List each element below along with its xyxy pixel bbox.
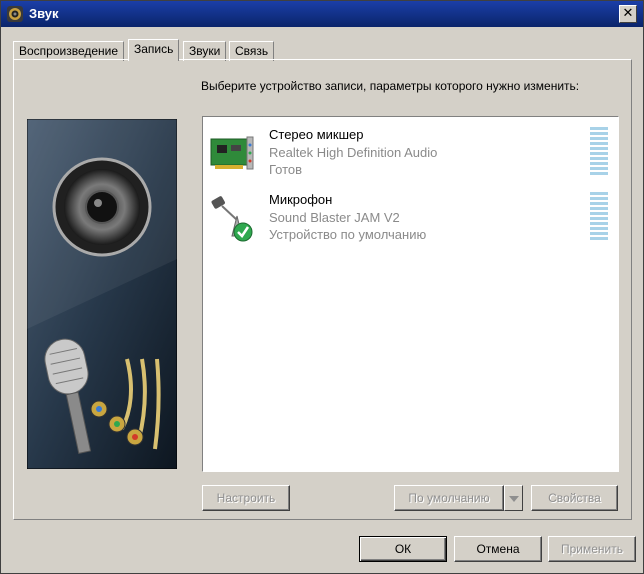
- window-title: Звук: [29, 6, 59, 21]
- device-driver: Realtek High Definition Audio: [269, 145, 438, 160]
- set-default-dropdown-arrow[interactable]: [504, 485, 523, 511]
- speaker-app-icon: [7, 6, 23, 22]
- device-driver: Sound Blaster JAM V2: [269, 210, 400, 225]
- configure-button[interactable]: Настроить: [202, 485, 290, 511]
- apply-button[interactable]: Применить: [548, 536, 636, 562]
- recording-illustration: [27, 119, 177, 469]
- sound-dialog: Звук ✕ Воспроизведение Запись Звуки Связ…: [0, 0, 644, 574]
- properties-button[interactable]: Свойства: [531, 485, 618, 511]
- set-default-button[interactable]: По умолчанию: [394, 485, 504, 511]
- ok-button[interactable]: ОК: [359, 536, 447, 562]
- tab-communications[interactable]: Связь: [229, 41, 275, 61]
- device-name: Стерео микшер: [269, 127, 364, 142]
- tab-recording[interactable]: Запись: [128, 39, 180, 61]
- level-meter: [590, 127, 608, 177]
- device-row-microphone[interactable]: Микрофон Sound Blaster JAM V2 Устройство…: [203, 190, 618, 252]
- instruction-text: Выберите устройство записи, параметры ко…: [201, 79, 580, 93]
- device-name: Микрофон: [269, 192, 333, 207]
- device-row-stereo-mix[interactable]: Стерео микшер Realtek High Definition Au…: [203, 125, 618, 187]
- sound-card-icon: [210, 136, 254, 170]
- tab-playback[interactable]: Воспроизведение: [13, 41, 125, 61]
- level-meter: [590, 192, 608, 242]
- microphone-icon: [211, 196, 253, 242]
- cancel-button[interactable]: Отмена: [454, 536, 542, 562]
- tab-sounds[interactable]: Звуки: [183, 41, 227, 61]
- recording-device-list[interactable]: Стерео микшер Realtek High Definition Au…: [202, 116, 619, 472]
- title-bar[interactable]: Звук ✕: [1, 1, 643, 27]
- close-button[interactable]: ✕: [619, 5, 637, 23]
- device-status: Готов: [269, 162, 303, 177]
- device-status: Устройство по умолчанию: [269, 227, 427, 242]
